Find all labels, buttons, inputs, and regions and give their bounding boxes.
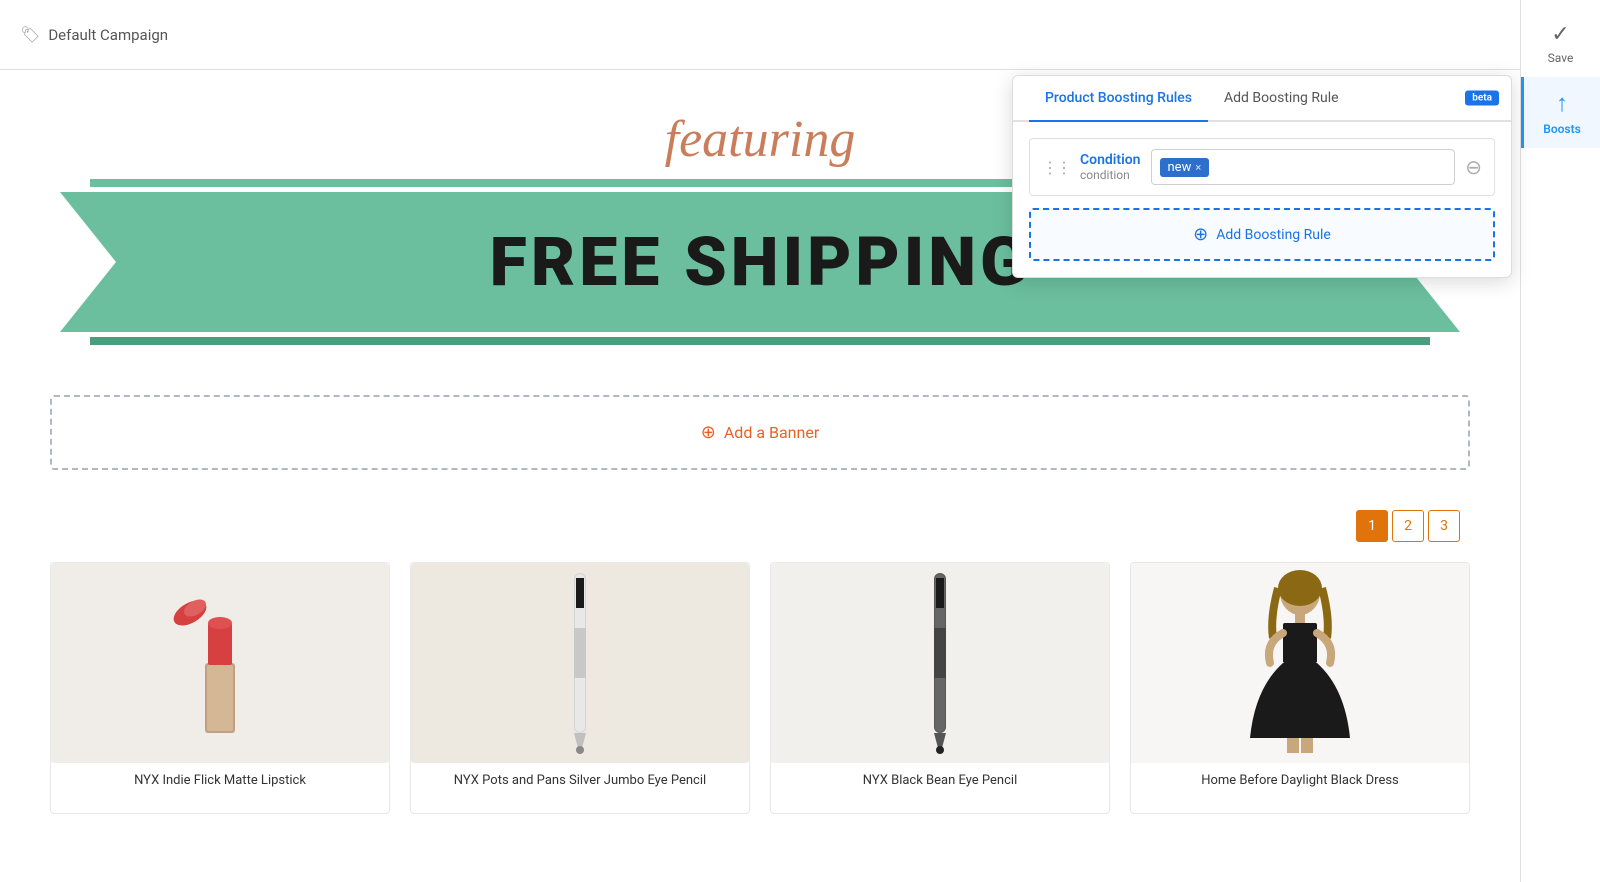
product-card[interactable]: NYX Indie Flick Matte Lipstick [50, 562, 390, 814]
add-rule-label: Add Boosting Rule [1216, 227, 1331, 243]
tag-value: new [1168, 160, 1192, 175]
condition-title: Condition [1080, 152, 1141, 168]
pencil-black-image [920, 568, 960, 758]
save-icon: ✓ [1551, 22, 1569, 47]
product-image [1131, 563, 1469, 763]
product-name: NYX Pots and Pans Silver Jumbo Eye Penci… [411, 763, 749, 813]
page-3-button[interactable]: 3 [1428, 510, 1460, 542]
condition-label-group: Condition condition [1080, 152, 1141, 182]
remove-condition-button[interactable]: ⊖ [1465, 155, 1482, 179]
condition-subtitle: condition [1080, 168, 1141, 182]
tab-add-boosting-rule[interactable]: Add Boosting Rule [1208, 76, 1355, 122]
ribbon-bottom-line [90, 337, 1430, 345]
campaign-label: Default Campaign [48, 26, 168, 44]
product-card[interactable]: NYX Black Bean Eye Pencil [770, 562, 1110, 814]
add-banner-label: Add a Banner [724, 423, 819, 442]
add-boosting-rule-button[interactable]: ⊕ Add Boosting Rule [1029, 208, 1495, 261]
page-1-button[interactable]: 1 [1356, 510, 1388, 542]
add-banner-button[interactable]: ⊕ Add a Banner [701, 422, 819, 443]
tag-close-icon[interactable]: × [1195, 161, 1201, 174]
tag-icon: 🏷 [20, 25, 40, 44]
drag-handle-icon[interactable]: ⋮⋮ [1042, 158, 1070, 177]
top-bar: 🏷 Default Campaign [0, 0, 1600, 70]
product-card[interactable]: NYX Pots and Pans Silver Jumbo Eye Penci… [410, 562, 750, 814]
lipstick-image [170, 583, 270, 743]
product-name: NYX Black Bean Eye Pencil [771, 763, 1109, 813]
add-banner-area[interactable]: ⊕ Add a Banner [50, 395, 1470, 470]
boosts-label: Boosts [1543, 122, 1581, 136]
condition-row: ⋮⋮ Condition condition new × ⊖ [1029, 138, 1495, 196]
page-2-button[interactable]: 2 [1392, 510, 1424, 542]
condition-input-area[interactable]: new × [1151, 149, 1456, 185]
product-grid: NYX Indie Flick Matte Lipstick NY [0, 552, 1520, 844]
panel-body: ⋮⋮ Condition condition new × ⊖ ⊕ Add Boo… [1013, 122, 1511, 277]
add-banner-plus-icon: ⊕ [701, 422, 716, 443]
panel-tabs: Product Boosting Rules Add Boosting Rule… [1013, 76, 1511, 122]
tab-product-boosting-rules[interactable]: Product Boosting Rules [1029, 76, 1208, 122]
product-image [771, 563, 1109, 763]
beta-badge: beta [1465, 91, 1499, 106]
product-image [51, 563, 389, 763]
boosts-icon: ↑ [1556, 89, 1568, 118]
save-button[interactable]: ✓ Save [1521, 10, 1600, 77]
boosting-panel: Product Boosting Rules Add Boosting Rule… [1012, 75, 1512, 278]
product-card[interactable]: Home Before Daylight Black Dress [1130, 562, 1470, 814]
dress-image [1235, 568, 1365, 758]
condition-tag[interactable]: new × [1160, 158, 1210, 177]
product-image [411, 563, 749, 763]
save-label: Save [1548, 51, 1574, 65]
pagination: 1 2 3 [0, 500, 1520, 552]
campaign-selector[interactable]: 🏷 Default Campaign [20, 25, 168, 44]
add-rule-plus-icon: ⊕ [1193, 224, 1208, 245]
boosts-button[interactable]: ↑ Boosts [1521, 77, 1600, 148]
product-name: NYX Indie Flick Matte Lipstick [51, 763, 389, 813]
right-sidebar: ✓ Save ↑ Boosts [1520, 0, 1600, 882]
ribbon-text: FREE SHIPPING [490, 222, 1031, 302]
product-name: Home Before Daylight Black Dress [1131, 763, 1469, 813]
pencil-silver-image [560, 568, 600, 758]
